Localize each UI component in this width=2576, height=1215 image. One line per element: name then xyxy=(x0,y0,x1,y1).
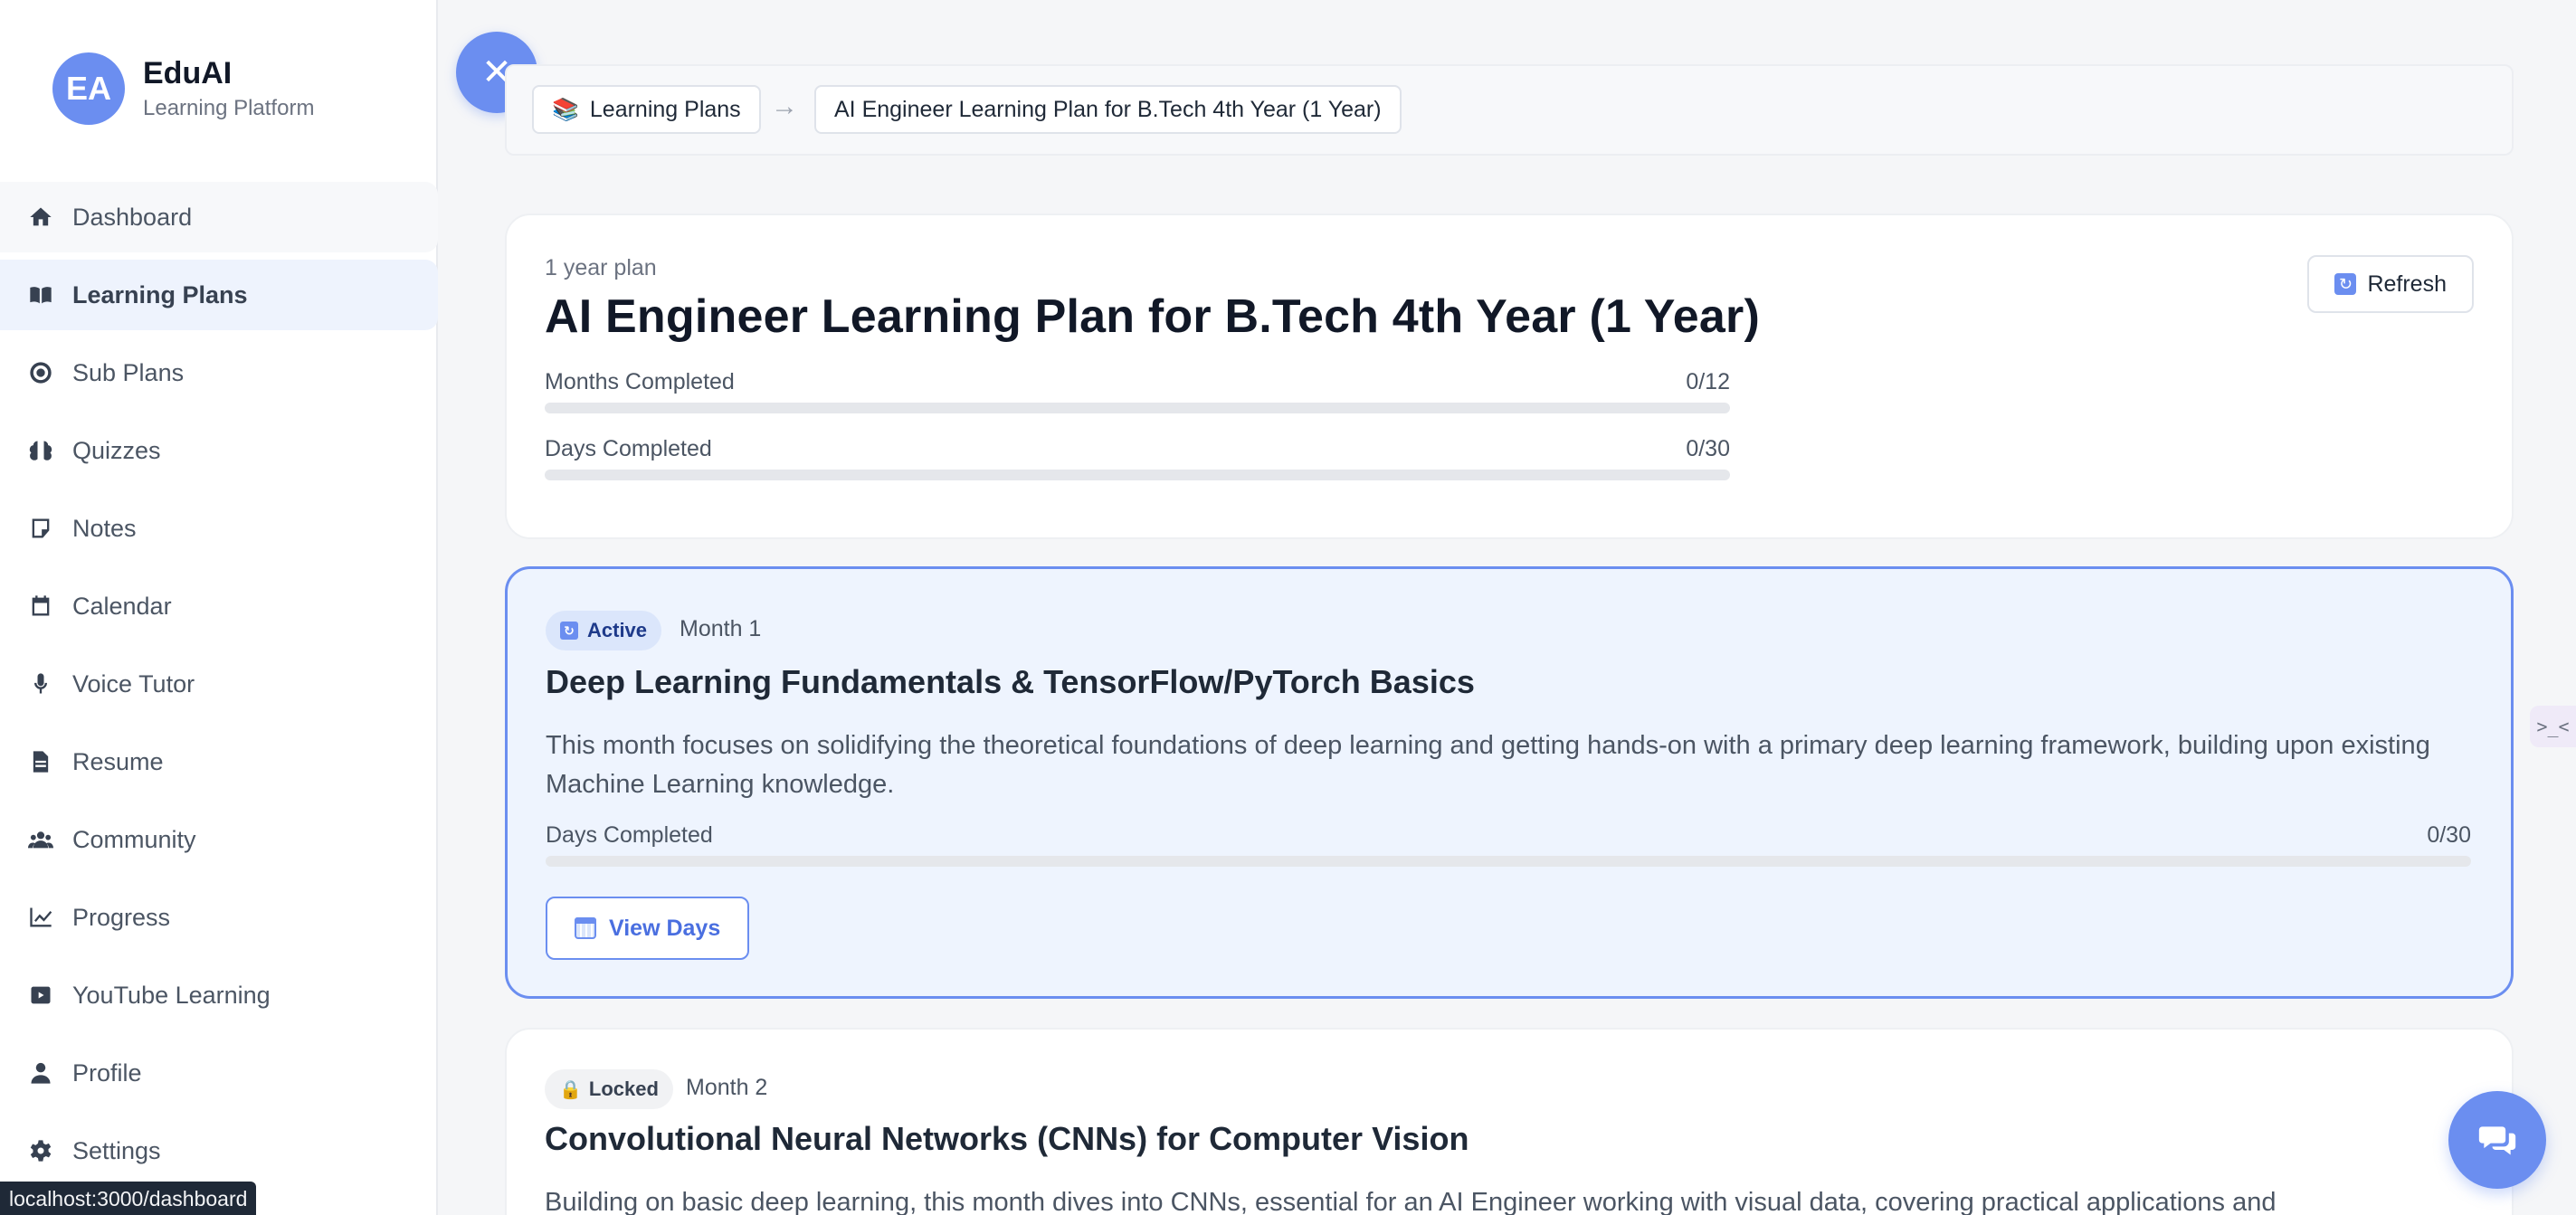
month-label: Month 1 xyxy=(680,616,762,641)
sidebar-item-label: Voice Tutor xyxy=(72,669,195,698)
sidebar-item-label: Notes xyxy=(72,514,137,542)
month-description: This month focuses on solidifying the th… xyxy=(546,731,2430,799)
month-label: Month 2 xyxy=(686,1075,768,1100)
user-icon xyxy=(25,1058,56,1088)
months-progress-value: 0/12 xyxy=(1686,369,1730,394)
brand-name: EduAI xyxy=(143,56,233,90)
sidebar-item-youtube-learning[interactable]: YouTube Learning xyxy=(0,960,438,1030)
sidebar-item-label: Quizzes xyxy=(72,436,161,464)
sidebar-item-label: Learning Plans xyxy=(72,280,248,308)
month-days-progress: Days Completed 0/30 xyxy=(546,822,2471,867)
sidebar-item-resume[interactable]: Resume xyxy=(0,726,438,797)
brain-icon xyxy=(25,435,56,466)
plan-header-card: 1 year plan AI Engineer Learning Plan fo… xyxy=(505,214,2514,539)
target-icon xyxy=(25,357,56,388)
view-days-label: View Days xyxy=(609,915,721,941)
gear-icon xyxy=(25,1135,56,1166)
users-icon xyxy=(25,824,56,855)
status-badge: 🔒 Locked xyxy=(545,1069,673,1109)
sidebar-item-dashboard[interactable]: Dashboard xyxy=(0,182,438,252)
refresh-icon: ↻ xyxy=(560,622,578,640)
sticky-note-icon xyxy=(25,513,56,544)
sidebar-item-quizzes[interactable]: Quizzes xyxy=(0,415,438,486)
sidebar-item-notes[interactable]: Notes xyxy=(0,493,438,564)
days-progress: Days Completed 0/30 xyxy=(545,436,1730,480)
calendar-icon xyxy=(575,917,596,939)
days-progress-label: Days Completed xyxy=(545,436,712,461)
months-progress-label: Months Completed xyxy=(545,369,735,394)
sidebar-item-label: Calendar xyxy=(72,592,172,620)
plan-duration-tag: 1 year plan xyxy=(545,255,657,280)
month-card-active: ↻ Active Month 1 Deep Learning Fundament… xyxy=(505,566,2514,999)
months-progress-bar xyxy=(545,403,1730,413)
breadcrumb: 📚 Learning Plans → AI Engineer Learning … xyxy=(505,64,2514,156)
status-badge-label: Locked xyxy=(588,1077,659,1100)
sidebar-item-label: Dashboard xyxy=(72,203,193,231)
breadcrumb-root-label: Learning Plans xyxy=(589,96,741,122)
brand-subtitle: Learning Platform xyxy=(143,96,315,120)
brand-text: EduAI Learning Platform xyxy=(143,55,314,122)
sidebar-item-progress[interactable]: Progress xyxy=(0,882,438,953)
brand-avatar: EA xyxy=(52,52,125,125)
home-icon xyxy=(25,202,56,233)
view-days-button[interactable]: View Days xyxy=(546,897,750,960)
chat-icon xyxy=(2478,1126,2516,1155)
month-title: Convolutional Neural Networks (CNNs) for… xyxy=(545,1120,1469,1157)
code-icon: >_< xyxy=(2536,716,2570,737)
status-badge-label: Active xyxy=(587,619,648,641)
days-progress-bar xyxy=(545,470,1730,480)
book-open-icon xyxy=(25,280,56,310)
sidebar-item-label: Sub Plans xyxy=(72,358,185,386)
month-days-progress-bar xyxy=(546,856,2471,867)
days-progress-value: 0/30 xyxy=(1686,436,1730,461)
refresh-icon: ↻ xyxy=(2334,273,2357,295)
sidebar-item-label: Resume xyxy=(72,747,164,775)
sidebar-item-profile[interactable]: Profile xyxy=(0,1038,438,1108)
month-description: Building on basic deep learning, this mo… xyxy=(545,1188,2277,1215)
refresh-button[interactable]: ↻ Refresh xyxy=(2307,255,2474,313)
youtube-icon xyxy=(25,980,56,1011)
lock-icon: 🔒 xyxy=(559,1079,582,1100)
page-title: AI Engineer Learning Plan for B.Tech 4th… xyxy=(545,290,1760,343)
sidebar-item-label: Profile xyxy=(72,1058,142,1087)
breadcrumb-separator: → xyxy=(771,91,798,121)
breadcrumb-learning-plans[interactable]: 📚 Learning Plans xyxy=(532,85,761,134)
month-days-value: 0/30 xyxy=(2427,822,2471,848)
sidebar-item-label: Settings xyxy=(72,1136,161,1164)
chart-line-icon xyxy=(25,902,56,933)
status-bar-url: localhost:3000/dashboard xyxy=(0,1182,257,1215)
calendar-icon xyxy=(25,591,56,622)
month-title: Deep Learning Fundamentals & TensorFlow/… xyxy=(546,663,1475,700)
sidebar-item-label: Community xyxy=(72,825,196,853)
sidebar-nav: Dashboard Learning Plans Sub Plans Quizz… xyxy=(0,182,438,1193)
breadcrumb-current[interactable]: AI Engineer Learning Plan for B.Tech 4th… xyxy=(814,85,1402,134)
sidebar: EA EduAI Learning Platform Dashboard Lea… xyxy=(0,0,438,1215)
month-card-locked: 🔒 Locked Month 2 Convolutional Neural Ne… xyxy=(505,1028,2514,1215)
sidebar-item-calendar[interactable]: Calendar xyxy=(0,571,438,641)
sidebar-item-community[interactable]: Community xyxy=(0,804,438,875)
devtools-toggle-tab[interactable]: >_< xyxy=(2530,706,2576,747)
status-badge: ↻ Active xyxy=(546,611,662,650)
microphone-icon xyxy=(25,669,56,699)
books-icon: 📚 xyxy=(552,97,579,122)
file-icon xyxy=(25,746,56,777)
brand[interactable]: EA EduAI Learning Platform xyxy=(52,52,314,125)
months-progress: Months Completed 0/12 xyxy=(545,369,1730,413)
sidebar-item-label: Progress xyxy=(72,903,171,931)
month-days-label: Days Completed xyxy=(546,822,713,848)
breadcrumb-current-label: AI Engineer Learning Plan for B.Tech 4th… xyxy=(834,96,1382,122)
sidebar-item-sub-plans[interactable]: Sub Plans xyxy=(0,337,438,408)
refresh-label: Refresh xyxy=(2367,271,2447,297)
sidebar-item-learning-plans[interactable]: Learning Plans xyxy=(0,260,438,330)
sidebar-item-label: YouTube Learning xyxy=(72,981,271,1009)
chat-button[interactable] xyxy=(2448,1091,2546,1189)
sidebar-item-voice-tutor[interactable]: Voice Tutor xyxy=(0,649,438,719)
sidebar-item-settings[interactable]: Settings xyxy=(0,1115,438,1186)
